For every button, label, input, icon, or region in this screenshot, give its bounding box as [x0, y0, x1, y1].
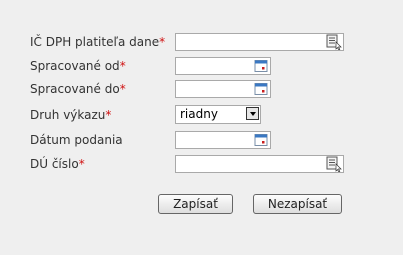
- tax-office-number-label: DÚ číslo*: [30, 155, 85, 173]
- tax-report-form: IČ DPH platiteľa dane* Spracované od* Sp…: [0, 0, 403, 255]
- required-mark: *: [159, 35, 166, 49]
- processed-to-input[interactable]: [175, 80, 271, 98]
- calendar-icon[interactable]: [253, 81, 269, 97]
- filing-date-label: Dátum podania: [30, 131, 123, 149]
- report-type-label-text: Druh výkazu: [30, 108, 106, 122]
- required-mark: *: [119, 59, 126, 73]
- vat-id-label-text: IČ DPH platiteľa dane: [30, 35, 160, 49]
- calendar-icon[interactable]: [253, 132, 269, 148]
- required-mark: *: [105, 108, 112, 122]
- tax-office-number-label-text: DÚ číslo: [30, 157, 79, 171]
- list-lookup-icon[interactable]: [326, 34, 342, 50]
- tax-office-number-input[interactable]: [175, 155, 344, 173]
- processed-from-input[interactable]: [175, 57, 271, 75]
- report-type-select[interactable]: riadny: [175, 105, 261, 124]
- vat-id-input[interactable]: [175, 33, 344, 51]
- dropdown-arrow-icon[interactable]: [246, 107, 259, 120]
- list-lookup-icon[interactable]: [326, 156, 342, 172]
- processed-to-label-text: Spracované do: [30, 82, 120, 96]
- calendar-icon[interactable]: [253, 58, 269, 74]
- cancel-button[interactable]: Nezapísať: [253, 194, 342, 214]
- required-mark: *: [78, 157, 85, 171]
- report-type-label: Druh výkazu*: [30, 106, 111, 124]
- processed-from-label-text: Spracované od: [30, 59, 120, 73]
- processed-from-label: Spracované od*: [30, 57, 126, 75]
- required-mark: *: [119, 82, 126, 96]
- processed-to-label: Spracované do*: [30, 80, 126, 98]
- filing-date-label-text: Dátum podania: [30, 133, 123, 147]
- filing-date-input[interactable]: [175, 131, 271, 149]
- report-type-selected-value: riadny: [180, 107, 218, 121]
- save-button[interactable]: Zapísať: [158, 194, 233, 214]
- vat-id-label: IČ DPH platiteľa dane*: [30, 33, 165, 51]
